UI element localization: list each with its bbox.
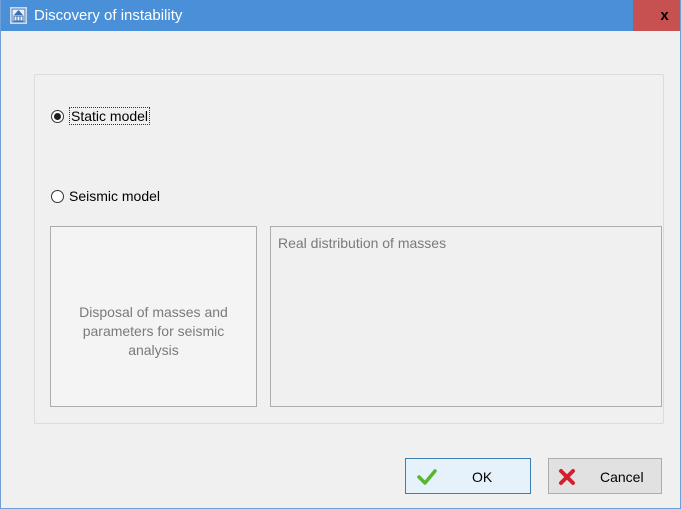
ok-button-label: OK: [472, 469, 493, 485]
close-button[interactable]: x: [633, 0, 680, 31]
static-model-label[interactable]: Static model: [69, 107, 151, 125]
window-title: Discovery of instability: [34, 7, 183, 24]
static-model-radio-row[interactable]: Static model: [51, 107, 151, 125]
static-model-radio[interactable]: [51, 109, 64, 123]
dialog-window: Discovery of instability x Static model …: [0, 0, 681, 509]
seismic-model-radio[interactable]: [51, 189, 64, 203]
green-check-icon: [417, 469, 437, 485]
close-icon: x: [660, 7, 669, 24]
cancel-button[interactable]: Cancel: [548, 458, 662, 494]
cancel-button-label: Cancel: [600, 469, 644, 485]
ok-button[interactable]: OK: [405, 458, 531, 494]
seismic-parameters-label: Disposal of masses and parameters for se…: [79, 304, 228, 358]
app-grid-icon: [10, 7, 27, 24]
seismic-model-label[interactable]: Seismic model: [69, 188, 160, 204]
mass-distribution-label: Real distribution of masses: [278, 235, 447, 251]
title-bar[interactable]: Discovery of instability x: [1, 0, 680, 31]
red-x-icon: [559, 469, 575, 485]
seismic-model-radio-row[interactable]: Seismic model: [51, 188, 160, 204]
mass-distribution-box[interactable]: Real distribution of masses: [270, 226, 662, 407]
seismic-parameters-button[interactable]: Disposal of masses and parameters for se…: [50, 226, 257, 407]
